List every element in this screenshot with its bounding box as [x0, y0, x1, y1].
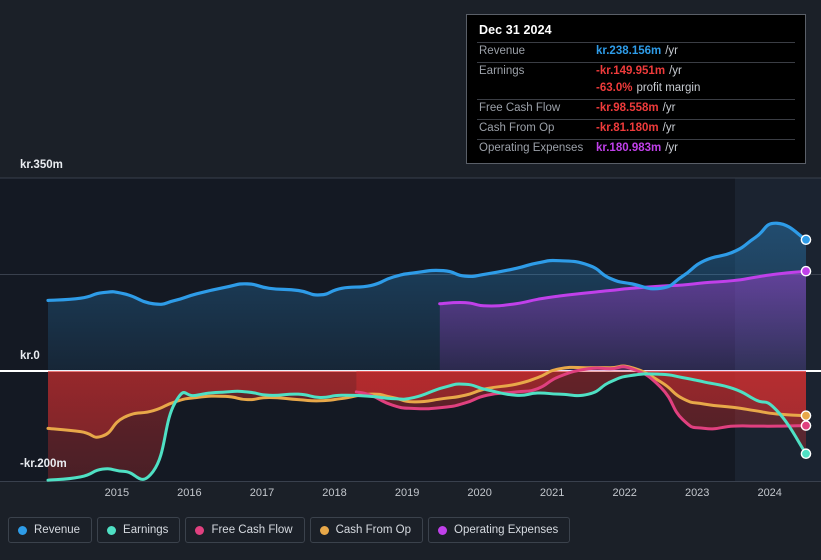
y-axis-label-0: kr.0 — [20, 350, 40, 362]
legend-dot-icon — [319, 525, 329, 535]
legend-dot-icon — [438, 525, 448, 535]
chart-legend: Revenue Earnings Free Cash Flow Cash From O… — [8, 517, 571, 543]
tooltip-label-cash-from-op: Cash From Op — [479, 122, 555, 134]
tooltip-unit-operating-expenses: /yr — [665, 142, 679, 154]
tooltip-label-free-cash-flow: Free Cash Flow — [479, 102, 561, 114]
x-axis-label-2023: 2023 — [684, 487, 710, 499]
legend-label: Revenue — [34, 524, 81, 536]
x-axis-label-2017: 2017 — [249, 487, 275, 499]
chart-screenshot: Dec 31 2024 Revenue kr.238.156m /yr Earn… — [0, 0, 821, 560]
x-axis-label-2022: 2022 — [612, 487, 637, 499]
tooltip-value-cash-from-op: -kr.81.180m — [596, 122, 659, 134]
legend-item-free-cash-flow[interactable]: Free Cash Flow — [185, 517, 305, 543]
legend-dot-icon — [107, 525, 117, 535]
x-axis-label-2015: 2015 — [104, 487, 130, 499]
x-axis-label-2024: 2024 — [757, 487, 782, 499]
tooltip-unit-profit-margin: profit margin — [636, 82, 701, 94]
chart-plot-area — [0, 170, 821, 485]
legend-item-earnings[interactable]: Earnings — [97, 517, 181, 543]
tooltip-unit-earnings: /yr — [669, 65, 682, 77]
legend-label: Free Cash Flow — [211, 524, 293, 536]
tooltip-value-earnings: -kr.149.951m — [596, 65, 666, 77]
x-axis-label-2021: 2021 — [539, 487, 565, 499]
tooltip-label-earnings: Earnings — [479, 65, 525, 77]
tooltip-row-free-cash-flow: Free Cash Flow -kr.98.558m /yr — [477, 99, 795, 119]
x-axis-label-2018: 2018 — [322, 487, 347, 499]
tooltip-value-profit-margin: -63.0% — [596, 82, 633, 94]
tooltip-unit-revenue: /yr — [665, 45, 679, 57]
legend-dot-icon — [18, 525, 27, 535]
tooltip-unit-cash-from-op: /yr — [662, 122, 676, 134]
legend-label: Cash From Op — [335, 524, 412, 536]
tooltip-row-earnings: Earnings -kr.149.951m /yr — [477, 62, 795, 82]
legend-item-cash-from-op[interactable]: Cash From Op — [309, 517, 424, 543]
tooltip-row-operating-expenses: Operating Expenses kr.180.983m /yr — [477, 139, 795, 159]
legend-item-operating-expenses[interactable]: Operating Expenses — [428, 517, 571, 543]
x-axis-label-2020: 2020 — [467, 487, 492, 499]
tooltip-date: Dec 31 2024 — [479, 23, 552, 37]
y-axis-label-350m: kr.350m — [20, 159, 63, 171]
tooltip-row-cash-from-op: Cash From Op -kr.81.180m /yr — [477, 119, 795, 139]
legend-dot-icon — [195, 525, 205, 535]
tooltip-row-profit-margin: -63.0% profit margin — [477, 82, 795, 99]
tooltip-unit-free-cash-flow: /yr — [662, 102, 676, 114]
chart-svg — [0, 177, 821, 482]
tooltip-value-revenue: kr.238.156m — [596, 45, 662, 57]
tooltip-label-revenue: Revenue — [479, 45, 526, 57]
tooltip-value-free-cash-flow: -kr.98.558m — [596, 102, 659, 114]
tooltip-row-revenue: Revenue kr.238.156m /yr — [477, 42, 795, 62]
legend-label: Earnings — [123, 524, 169, 536]
x-axis-label-2016: 2016 — [177, 487, 202, 499]
y-axis-label-minus200m: -kr.200m — [20, 458, 67, 470]
legend-item-revenue[interactable]: Revenue — [8, 517, 93, 543]
legend-label: Operating Expenses — [454, 524, 559, 536]
data-tooltip: Dec 31 2024 Revenue kr.238.156m /yr Earn… — [466, 14, 806, 164]
x-axis-label-2019: 2019 — [394, 487, 420, 499]
tooltip-value-operating-expenses: kr.180.983m — [596, 142, 662, 154]
tooltip-label-operating-expenses: Operating Expenses — [479, 142, 584, 154]
